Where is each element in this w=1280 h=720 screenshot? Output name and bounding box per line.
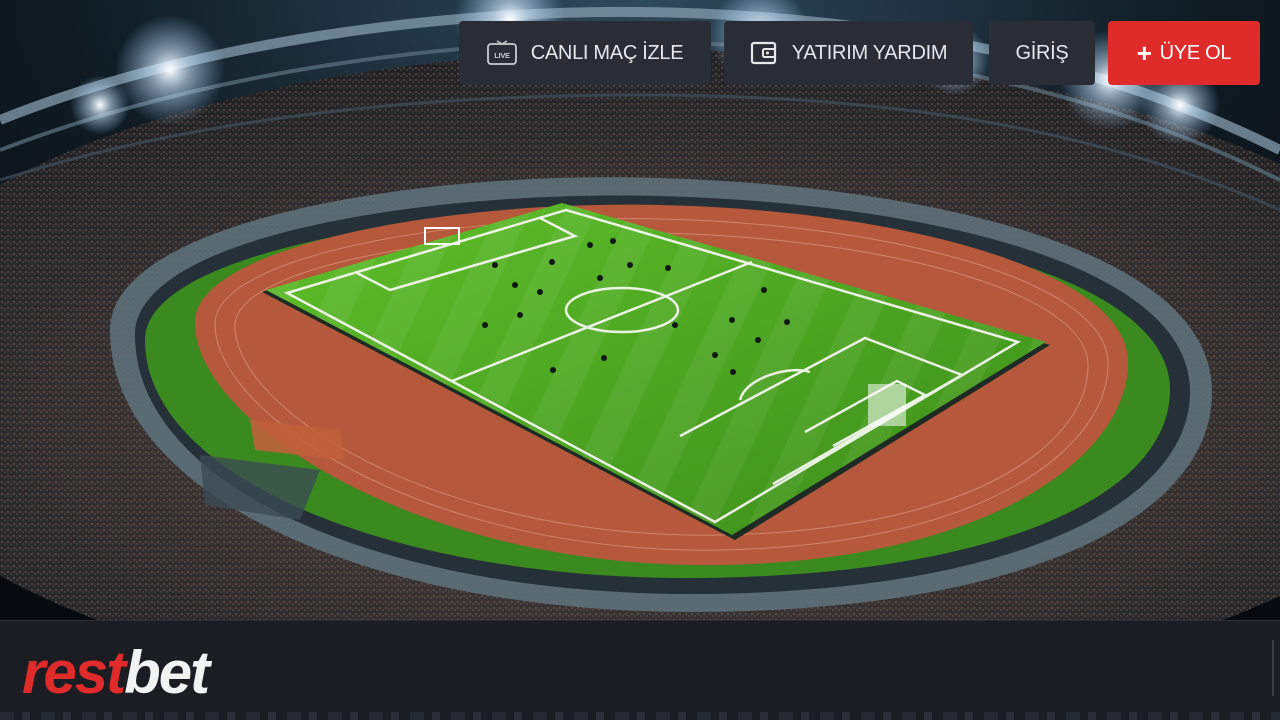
restbet-logo[interactable]: rest bet xyxy=(22,639,210,706)
deposit-help-button[interactable]: YATIRIM YARDIM xyxy=(724,21,973,85)
deposit-help-label: YATIRIM YARDIM xyxy=(791,41,948,64)
footer-strip xyxy=(0,712,1280,720)
logo-text-bet: bet xyxy=(124,639,210,706)
live-tv-icon: LIVE xyxy=(486,40,517,66)
register-label: ÜYE OL xyxy=(1159,41,1232,64)
login-button[interactable]: GİRİŞ xyxy=(989,21,1095,85)
hero-banner xyxy=(0,0,1280,620)
stadium-illustration xyxy=(0,0,1280,620)
bottom-navigation-bar: rest bet xyxy=(0,620,1280,720)
live-match-label: CANLI MAÇ İZLE xyxy=(530,41,684,64)
divider xyxy=(1272,640,1274,696)
wallet-icon xyxy=(750,40,778,66)
plus-icon: + xyxy=(1136,38,1152,68)
live-match-button[interactable]: LIVE CANLI MAÇ İZLE xyxy=(459,21,711,85)
register-button[interactable]: + ÜYE OL xyxy=(1108,21,1260,85)
login-label: GİRİŞ xyxy=(1015,41,1069,64)
svg-text:LIVE: LIVE xyxy=(494,51,510,60)
logo-text-rest: rest xyxy=(22,639,126,706)
